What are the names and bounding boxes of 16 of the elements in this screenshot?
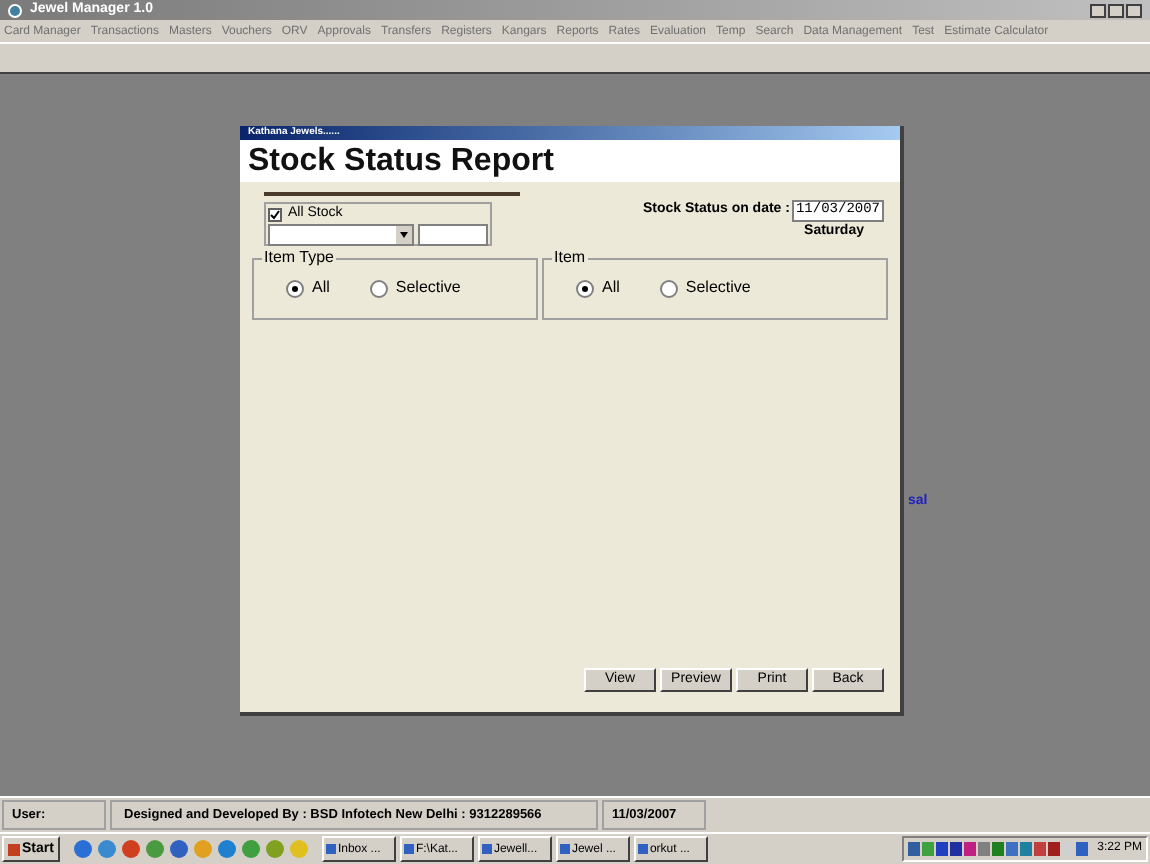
radio-button[interactable]: [369, 279, 388, 297]
app-icon: [8, 3, 22, 17]
report-title: Stock Status Report: [248, 141, 554, 181]
group-title: Item: [552, 248, 588, 268]
radio-label: All: [602, 276, 620, 300]
radio-button[interactable]: [286, 279, 304, 297]
checkbox[interactable]: [268, 207, 282, 221]
radio-label: All: [312, 276, 330, 300]
group-title: Item Type: [262, 248, 336, 268]
radio-label: Selective: [395, 276, 461, 300]
dropdown-arrow-icon[interactable]: [396, 226, 413, 244]
radio-label: Selective: [685, 276, 751, 300]
radio-button[interactable]: [659, 279, 678, 297]
text-field[interactable]: [418, 224, 488, 246]
radio-button[interactable]: [576, 279, 594, 297]
dropdown[interactable]: [268, 224, 415, 246]
